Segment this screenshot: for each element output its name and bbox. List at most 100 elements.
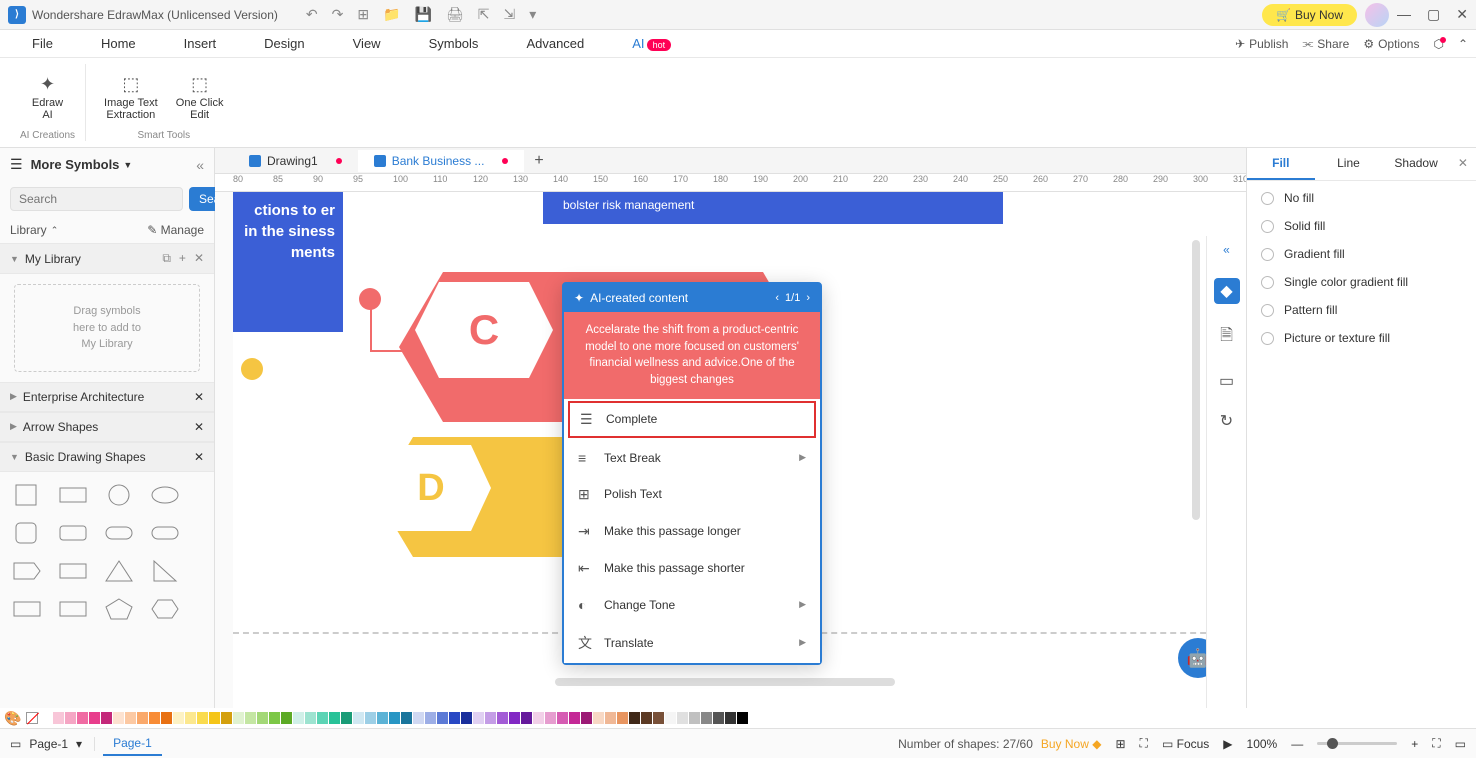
color-swatch[interactable]: [449, 712, 460, 724]
color-swatch[interactable]: [137, 712, 148, 724]
maximize-icon[interactable]: ▢: [1427, 6, 1440, 23]
color-swatch[interactable]: [329, 712, 340, 724]
color-swatch[interactable]: [221, 712, 232, 724]
color-swatch[interactable]: [413, 712, 424, 724]
horizontal-scrollbar[interactable]: [555, 678, 895, 686]
export-icon[interactable]: ⇱: [478, 6, 490, 23]
image-text-extraction-button[interactable]: ⬚Image Text Extraction: [104, 64, 158, 130]
color-swatch[interactable]: [581, 712, 592, 724]
close-section-icon[interactable]: ✕: [194, 390, 204, 404]
menu-symbols[interactable]: Symbols: [405, 32, 503, 55]
color-swatch[interactable]: [245, 712, 256, 724]
close-icon[interactable]: ✕: [1456, 6, 1468, 23]
rp-tab-line[interactable]: Line: [1315, 148, 1383, 180]
section-enterprise-architecture[interactable]: ▶Enterprise Architecture✕: [0, 382, 214, 412]
color-swatch[interactable]: [677, 712, 688, 724]
chevron-down-icon[interactable]: ▼: [123, 160, 132, 170]
tab-drawing1[interactable]: Drawing1: [233, 150, 358, 172]
share-quick-icon[interactable]: ⇲: [503, 6, 515, 23]
fill-option-picture[interactable]: Picture or texture fill: [1261, 331, 1462, 345]
next-icon[interactable]: ›: [806, 292, 810, 304]
copy-icon[interactable]: ⧉: [162, 251, 171, 266]
color-swatch[interactable]: [629, 712, 640, 724]
publish-button[interactable]: ✈ Publish: [1235, 37, 1288, 51]
manage-link[interactable]: ✎ Manage: [147, 223, 204, 237]
menu-file[interactable]: File: [8, 32, 77, 55]
page-icon[interactable]: ▭: [1455, 737, 1466, 751]
fit-page-icon[interactable]: ⛶: [1432, 736, 1440, 751]
color-swatch[interactable]: [317, 712, 328, 724]
prev-icon[interactable]: ‹: [775, 292, 779, 304]
menu-insert[interactable]: Insert: [160, 32, 241, 55]
color-swatch[interactable]: [617, 712, 628, 724]
shape-rect4[interactable]: [52, 592, 94, 626]
zoom-out-icon[interactable]: —: [1291, 737, 1303, 751]
color-swatch[interactable]: [689, 712, 700, 724]
color-swatch[interactable]: [101, 712, 112, 724]
color-swatch[interactable]: [437, 712, 448, 724]
blue-heading-block[interactable]: ctions to er in the siness ments: [233, 192, 343, 332]
text-tool-icon[interactable]: 🗎: [1220, 324, 1233, 351]
section-basic-drawing-shapes[interactable]: ▼Basic Drawing Shapes✕: [0, 442, 214, 472]
presentation-tool-icon[interactable]: ▭: [1219, 371, 1234, 391]
color-swatch[interactable]: [653, 712, 664, 724]
color-swatch[interactable]: [257, 712, 268, 724]
connector-node-yellow[interactable]: [241, 358, 263, 380]
section-arrow-shapes[interactable]: ▶Arrow Shapes✕: [0, 412, 214, 442]
color-swatch[interactable]: [341, 712, 352, 724]
add-icon[interactable]: +: [179, 251, 186, 266]
page-select[interactable]: Page-1: [29, 737, 68, 751]
zoom-slider[interactable]: [1317, 742, 1397, 745]
drop-zone[interactable]: Drag symbols here to add to My Library: [14, 284, 200, 372]
fill-option-solid[interactable]: Solid fill: [1261, 219, 1462, 233]
color-swatch[interactable]: [593, 712, 604, 724]
color-swatch[interactable]: [725, 712, 736, 724]
ai-item-translate[interactable]: 文Translate▶: [564, 623, 820, 663]
new-icon[interactable]: ⊞: [357, 6, 369, 23]
color-swatch[interactable]: [485, 712, 496, 724]
ai-item-polish-text[interactable]: ⊞Polish Text: [564, 476, 820, 513]
color-swatch[interactable]: [281, 712, 292, 724]
color-swatch[interactable]: [41, 712, 52, 724]
view-mode-icon[interactable]: ⊞: [1115, 737, 1125, 751]
shape-triangle[interactable]: [98, 554, 140, 588]
fill-tool-icon[interactable]: ◆: [1214, 278, 1240, 304]
shape-pill[interactable]: [98, 516, 140, 550]
hamburger-icon[interactable]: ☰: [10, 156, 23, 173]
color-swatch[interactable]: [557, 712, 568, 724]
color-swatch[interactable]: [701, 712, 712, 724]
color-swatch[interactable]: [353, 712, 364, 724]
redo-icon[interactable]: ↷: [332, 6, 344, 23]
focus-mode[interactable]: ▭ Focus: [1162, 737, 1209, 751]
color-swatch[interactable]: [65, 712, 76, 724]
color-swatch[interactable]: [209, 712, 220, 724]
ai-item-make-longer[interactable]: ⇥Make this passage longer: [564, 513, 820, 550]
color-swatch[interactable]: [425, 712, 436, 724]
color-swatch[interactable]: [737, 712, 748, 724]
buy-now-button[interactable]: 🛒 Buy Now: [1262, 4, 1357, 26]
rp-tab-fill[interactable]: Fill: [1247, 148, 1315, 180]
menu-advanced[interactable]: Advanced: [502, 32, 608, 55]
shape-roundrect2[interactable]: [52, 516, 94, 550]
minimize-icon[interactable]: —: [1397, 6, 1411, 23]
canvas[interactable]: ctions to er in the siness ments bolster…: [215, 192, 1246, 708]
close-section-icon[interactable]: ✕: [194, 251, 204, 266]
color-swatch[interactable]: [521, 712, 532, 724]
color-swatch[interactable]: [377, 712, 388, 724]
color-swatch[interactable]: [125, 712, 136, 724]
play-icon[interactable]: ▶: [1223, 737, 1232, 751]
color-swatch[interactable]: [305, 712, 316, 724]
user-avatar[interactable]: [1365, 3, 1389, 27]
shape-circle[interactable]: [98, 478, 140, 512]
rp-tab-shadow[interactable]: Shadow: [1382, 148, 1450, 180]
shape-rect2[interactable]: [52, 554, 94, 588]
share-button[interactable]: ⫘ Share: [1302, 36, 1349, 51]
color-swatch[interactable]: [185, 712, 196, 724]
add-tab-button[interactable]: +: [524, 152, 553, 170]
shape-pentagon[interactable]: [98, 592, 140, 626]
fullscreen-icon[interactable]: ⛶: [1140, 736, 1148, 751]
close-section-icon[interactable]: ✕: [194, 450, 204, 464]
print-icon[interactable]: 🖨: [446, 6, 464, 23]
search-input[interactable]: [10, 187, 183, 211]
fill-option-pattern[interactable]: Pattern fill: [1261, 303, 1462, 317]
